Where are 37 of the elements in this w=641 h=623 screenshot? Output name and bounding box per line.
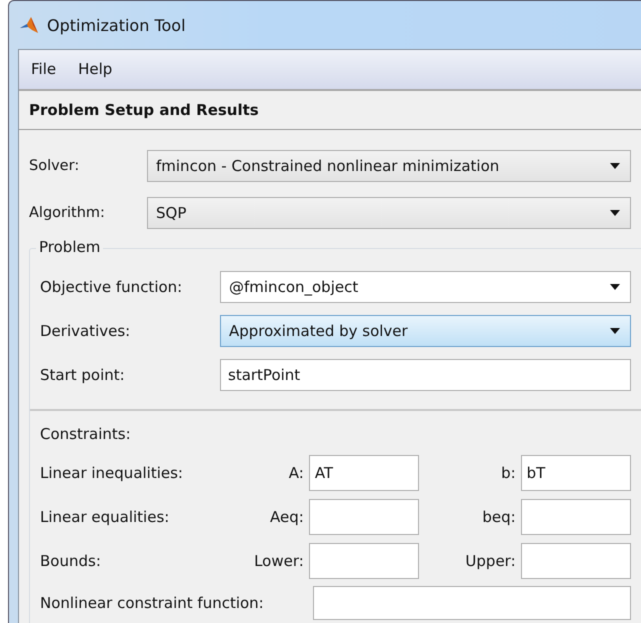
dropdown[interactable]: SQP	[147, 196, 631, 228]
input-field[interactable]	[520, 499, 631, 535]
input-field[interactable]	[520, 543, 631, 579]
section-title: Constraints:	[40, 425, 131, 443]
input-field[interactable]: bT	[520, 455, 631, 491]
logo-icon	[19, 15, 39, 35]
dropdown-arrow-icon	[610, 210, 620, 216]
field-label: b:	[500, 464, 517, 482]
input-field[interactable]	[313, 586, 631, 620]
field-label: Upper:	[464, 552, 517, 570]
dropdown[interactable]: fmincon - Constrained nonlinear minimization	[147, 150, 631, 182]
dropdown-arrow-icon	[610, 284, 620, 290]
field-label: A:	[288, 464, 305, 482]
field-label: Nonlinear constraint function:	[40, 594, 265, 612]
dropdown[interactable]: @fmincon_object	[220, 271, 631, 303]
field-label: Aeq:	[269, 508, 305, 526]
menu-item[interactable]: File	[23, 57, 64, 82]
dropdown-arrow-icon	[610, 328, 620, 334]
window-title: Optimization Tool	[47, 16, 186, 34]
dropdown[interactable]: Approximated by solver	[220, 315, 631, 347]
panel-title: Problem Setup and Results	[29, 100, 259, 119]
field-label: Linear equalities:	[40, 508, 170, 526]
field-label: Objective function:	[40, 278, 184, 296]
field-label: Linear inequalities:	[40, 464, 184, 482]
dropdown-arrow-icon	[610, 162, 620, 168]
field-label: Derivatives:	[40, 322, 132, 340]
field-label: Start point:	[40, 366, 126, 384]
input-field[interactable]	[308, 543, 420, 579]
field-label: beq:	[481, 508, 517, 526]
input-field[interactable]: AT	[308, 455, 420, 491]
field-label: Solver:	[29, 158, 80, 174]
field-label: Algorithm:	[29, 204, 106, 220]
field-label: Lower:	[253, 552, 305, 570]
input-field[interactable]: startPoint	[220, 359, 631, 391]
input-field[interactable]	[308, 499, 420, 535]
menu-item[interactable]: Help	[70, 57, 120, 82]
field-label: Bounds:	[40, 552, 102, 570]
